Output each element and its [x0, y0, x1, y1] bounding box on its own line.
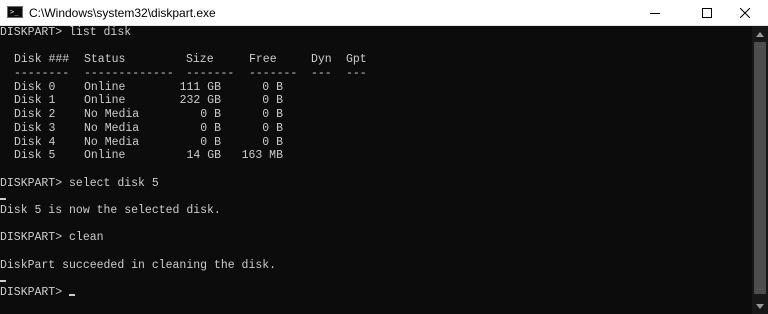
- disk-row: Disk 0 Online 111 GB 0 B: [0, 81, 752, 95]
- size-cell: 111 GB: [179, 80, 221, 94]
- chevron-up-icon: [756, 31, 764, 37]
- disk-row: Disk 5 Online 14 GB 163 MB: [0, 149, 752, 163]
- separator-size: -------: [186, 67, 235, 81]
- disk-cell: Disk 3: [14, 121, 56, 135]
- scroll-up-button[interactable]: [752, 26, 768, 42]
- header-dyn: Dyn: [311, 53, 332, 67]
- title-bar[interactable]: >_ C:\Windows\system32\diskpart.exe: [0, 0, 768, 26]
- selected-disk-message: Disk 5 is now the selected disk.: [0, 203, 221, 217]
- console-icon: >_: [7, 6, 23, 18]
- disk-row: Disk 2 No Media 0 B 0 B: [0, 108, 752, 122]
- separator-free: -------: [249, 67, 298, 81]
- text-cursor: [69, 294, 76, 297]
- separator-disk: --------: [14, 67, 70, 81]
- close-button[interactable]: [722, 0, 768, 25]
- console-output[interactable]: DISKPART> list disk Disk ### Status Size…: [0, 26, 752, 314]
- status-cell: No Media: [84, 121, 140, 135]
- minimize-icon: [650, 12, 660, 14]
- header-free: Free: [249, 53, 277, 67]
- separator-status: -------------: [84, 67, 174, 81]
- vertical-scrollbar[interactable]: [752, 26, 768, 314]
- free-cell: 0 B: [262, 135, 283, 149]
- prompt-text: DISKPART>: [0, 286, 70, 300]
- size-cell: 0 B: [200, 135, 221, 149]
- disk-cell: Disk 5: [14, 149, 56, 163]
- separator-dyn: ---: [311, 67, 332, 81]
- free-cell: 0 B: [262, 121, 283, 135]
- disk-row: Disk 3 No Media 0 B 0 B: [0, 122, 752, 136]
- command-clean: DISKPART> clean: [0, 231, 104, 245]
- command-list-disk: DISKPART> list disk: [0, 26, 132, 39]
- cursor-mark: [0, 198, 6, 201]
- blank-line-with-cursor: [0, 190, 752, 204]
- blank-line-with-cursor: [0, 272, 752, 286]
- free-cell: 163 MB: [241, 149, 283, 163]
- disk-table-header: Disk ### Status Size Free Dyn Gpt: [0, 53, 752, 67]
- prompt-line[interactable]: DISKPART>: [0, 286, 752, 300]
- disk-cell: Disk 0: [14, 80, 56, 94]
- size-cell: 232 GB: [179, 94, 221, 108]
- diskpart-window: >_ C:\Windows\system32\diskpart.exe DISK…: [0, 0, 768, 314]
- command-select-disk: DISKPART> select disk 5: [0, 176, 159, 190]
- status-cell: No Media: [84, 108, 140, 122]
- free-cell: 0 B: [262, 94, 283, 108]
- header-disk: Disk ###: [14, 53, 70, 67]
- status-cell: Online: [84, 94, 126, 108]
- disk-row: Disk 1 Online 232 GB 0 B: [0, 94, 752, 108]
- close-icon: [740, 7, 750, 18]
- window-title: C:\Windows\system32\diskpart.exe: [29, 6, 216, 20]
- scroll-down-button[interactable]: [752, 298, 768, 314]
- size-cell: 0 B: [200, 108, 221, 122]
- separator-gpt: ---: [346, 67, 367, 81]
- scroll-thumb[interactable]: [754, 42, 766, 294]
- chevron-down-icon: [756, 303, 764, 309]
- console-icon-glyph: >_: [10, 8, 19, 16]
- header-gpt: Gpt: [346, 53, 367, 67]
- status-cell: No Media: [84, 135, 140, 149]
- header-size: Size: [186, 53, 214, 67]
- free-cell: 0 B: [262, 80, 283, 94]
- disk-cell: Disk 2: [14, 108, 56, 122]
- header-status: Status: [84, 53, 126, 67]
- clean-success-message: DiskPart succeeded in cleaning the disk.: [0, 258, 277, 272]
- free-cell: 0 B: [262, 108, 283, 122]
- size-cell: 0 B: [200, 121, 221, 135]
- size-cell: 14 GB: [186, 149, 221, 163]
- disk-row: Disk 4 No Media 0 B 0 B: [0, 136, 752, 150]
- minimize-button[interactable]: [632, 0, 678, 25]
- disk-cell: Disk 1: [14, 94, 56, 108]
- status-cell: Online: [84, 149, 126, 163]
- status-cell: Online: [84, 80, 126, 94]
- cursor-mark: [0, 280, 6, 283]
- disk-cell: Disk 4: [14, 135, 56, 149]
- maximize-icon: [702, 7, 712, 18]
- disk-table-separator: -------- ------------- ------- ------- -…: [0, 67, 752, 81]
